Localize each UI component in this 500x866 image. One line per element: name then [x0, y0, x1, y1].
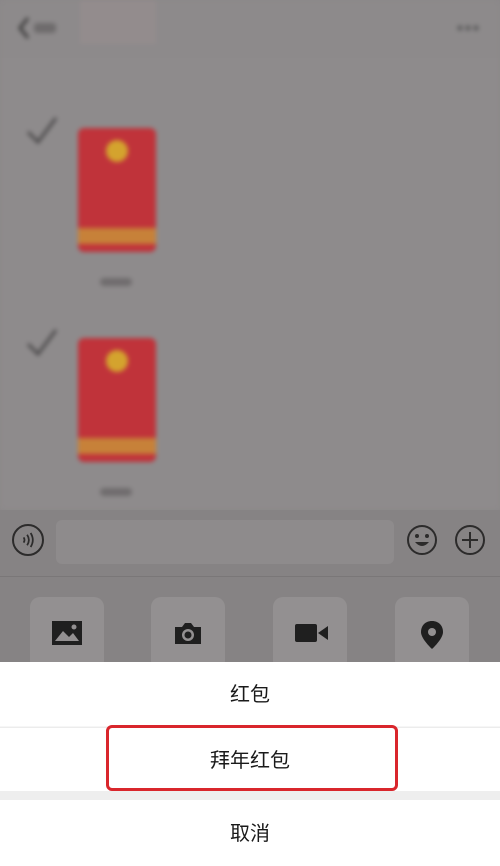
voice-icon[interactable] — [12, 524, 44, 556]
panel-camera-button[interactable] — [151, 597, 225, 671]
video-icon — [295, 624, 328, 642]
check-icon — [26, 329, 58, 357]
chat-background — [0, 0, 500, 510]
panel-video-button[interactable] — [273, 597, 347, 671]
action-sheet: 红包 拜年红包 取消 — [0, 662, 500, 866]
message-input[interactable] — [56, 520, 394, 564]
attachment-panel — [0, 577, 500, 671]
red-packet-seal — [106, 350, 128, 372]
input-bar — [0, 510, 500, 577]
camera-icon — [175, 623, 201, 644]
emoji-icon[interactable] — [406, 524, 438, 556]
red-packet-message[interactable] — [78, 128, 156, 252]
top-bar — [0, 0, 500, 58]
red-packet-seal — [106, 140, 128, 162]
chat-screen: 红包 拜年红包 取消 — [0, 0, 500, 866]
back-icon[interactable] — [16, 14, 60, 42]
sheet-divider — [0, 791, 500, 800]
red-packet-caption — [100, 278, 132, 286]
image-icon — [52, 621, 82, 645]
panel-location-button[interactable] — [395, 597, 469, 671]
plus-icon[interactable] — [454, 524, 486, 556]
new-year-red-packet-option[interactable]: 拜年红包 — [0, 727, 500, 792]
red-packet-caption — [100, 488, 132, 496]
panel-image-button[interactable] — [30, 597, 104, 671]
previous-message-ghost — [80, 0, 156, 44]
red-packet-band — [78, 228, 156, 244]
cancel-button[interactable]: 取消 — [0, 800, 500, 866]
more-icon[interactable] — [452, 18, 484, 38]
red-packet-band — [78, 438, 156, 454]
red-packet-option[interactable]: 红包 — [0, 662, 500, 726]
location-icon — [421, 621, 443, 649]
chat-title — [195, 18, 305, 38]
check-icon — [26, 117, 58, 145]
red-packet-message[interactable] — [78, 338, 156, 462]
